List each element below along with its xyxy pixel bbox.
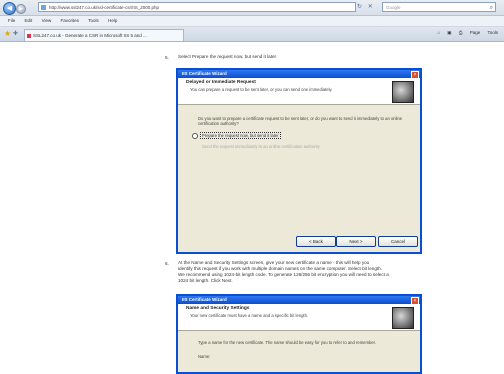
step-5-text: Select Prepare the request now, but send… <box>178 54 278 59</box>
menu-favorites[interactable]: Favorites <box>61 18 80 23</box>
dialog-question: Do you want to prepare a certificate req… <box>198 116 403 126</box>
step-6-line-4: 1024 bit length. Click Next. <box>178 278 233 283</box>
radio-prepare-later-label: Prepare the request now, but send it lat… <box>200 132 281 140</box>
menu-file[interactable]: File <box>8 18 15 23</box>
forward-button[interactable]: ▶ <box>16 3 26 14</box>
wizard-dialog-name-security: IIS Certificate Wizard × Name and Securi… <box>176 294 422 374</box>
site-favicon-icon <box>41 5 46 10</box>
radio-indicator[interactable] <box>192 133 198 139</box>
menu-help[interactable]: Help <box>108 18 117 23</box>
page-menu[interactable]: Page <box>470 30 481 35</box>
feeds-icon[interactable]: ▣ <box>447 30 451 35</box>
search-icon[interactable]: ⌕ <box>490 3 493 13</box>
dialog-title: IIS Certificate Wizard <box>178 70 420 78</box>
add-favorite-icon[interactable]: ✚ <box>13 30 18 37</box>
tools-menu[interactable]: Tools <box>487 30 498 35</box>
step-6-text: At the Name and Security Settings screen… <box>178 260 418 284</box>
step-5-number: 5. <box>165 55 169 60</box>
wizard-icon <box>392 307 414 329</box>
favorites-star-icon[interactable]: ★ <box>4 29 11 38</box>
dialog-body-text: Type a name for the new certificate. The… <box>198 340 376 345</box>
next-button[interactable]: Next > <box>336 236 376 247</box>
url-text: http://www.ssl247.co.uk/ssl-certificate-… <box>49 5 160 10</box>
refresh-stop-icons[interactable]: ↻ ✕ <box>357 3 375 10</box>
home-icon[interactable]: ⌂ <box>437 30 440 35</box>
radio-prepare-later[interactable]: Prepare the request now, but send it lat… <box>192 132 281 140</box>
radio-send-now-label[interactable]: Send the request immediately to an onlin… <box>202 144 320 149</box>
tab-title: SSL247.co.uk - Generate a CSR in Microso… <box>33 33 147 38</box>
name-field-label: Name: <box>198 354 211 359</box>
print-icon[interactable]: ⎙ <box>459 30 463 35</box>
search-placeholder: Google <box>386 5 401 10</box>
command-bar: ⌂ ▣ ⎙ Page Tools <box>431 30 498 36</box>
search-input[interactable]: Google ⌕ <box>382 2 496 12</box>
tab-favicon-icon <box>27 33 31 38</box>
menu-tools[interactable]: Tools <box>88 18 99 23</box>
menu-view[interactable]: View <box>42 18 52 23</box>
step-6-number: 6. <box>165 261 169 266</box>
dialog-header: Name and Security Settings Your new cert… <box>178 304 420 331</box>
dialog-description: You can prepare a request to be sent lat… <box>190 87 333 92</box>
dialog-header: Delayed or Immediate Request You can pre… <box>178 78 420 105</box>
menu-bar: File Edit View Favorites Tools Help <box>0 16 504 27</box>
dialog-heading: Delayed or Immediate Request <box>186 80 256 85</box>
dialog-title: IIS Certificate Wizard <box>178 296 420 304</box>
tab-bar: ★ ✚ SSL247.co.uk - Generate a CSR in Mic… <box>0 27 504 42</box>
address-field[interactable]: http://www.ssl247.co.uk/ssl-certificate-… <box>38 2 356 12</box>
back-button[interactable]: ◀ <box>3 2 16 15</box>
page-content: 5. Select Prepare the request now, but s… <box>0 42 504 374</box>
address-toolbar: ◀ ▶ http://www.ssl247.co.uk/ssl-certific… <box>0 0 504 16</box>
dialog-description: Your new certificate must have a name an… <box>190 313 309 318</box>
back-button-dialog[interactable]: < Back <box>296 236 336 247</box>
cancel-button[interactable]: Cancel <box>378 236 418 247</box>
dialog-heading: Name and Security Settings <box>186 306 250 311</box>
wizard-icon <box>392 81 414 103</box>
tab-active[interactable]: SSL247.co.uk - Generate a CSR in Microso… <box>24 29 184 41</box>
menu-edit[interactable]: Edit <box>25 18 33 23</box>
wizard-dialog-delayed-request: IIS Certificate Wizard × Delayed or Imme… <box>176 68 422 254</box>
